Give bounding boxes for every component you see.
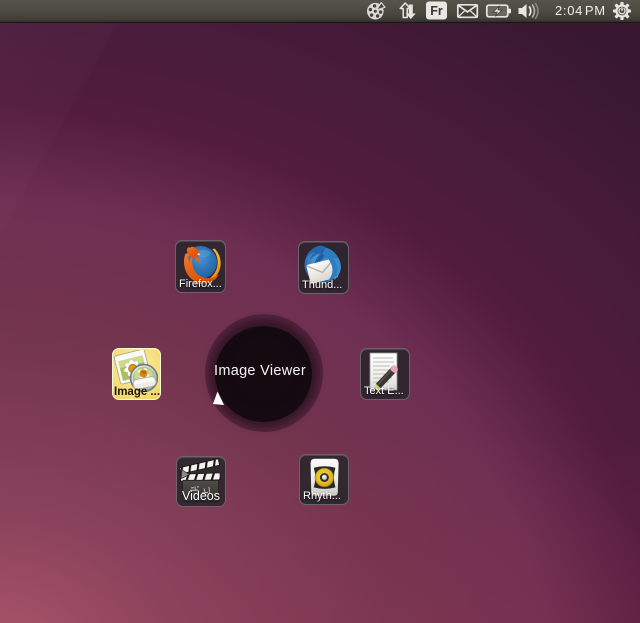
svg-text:Fr: Fr <box>430 4 443 18</box>
